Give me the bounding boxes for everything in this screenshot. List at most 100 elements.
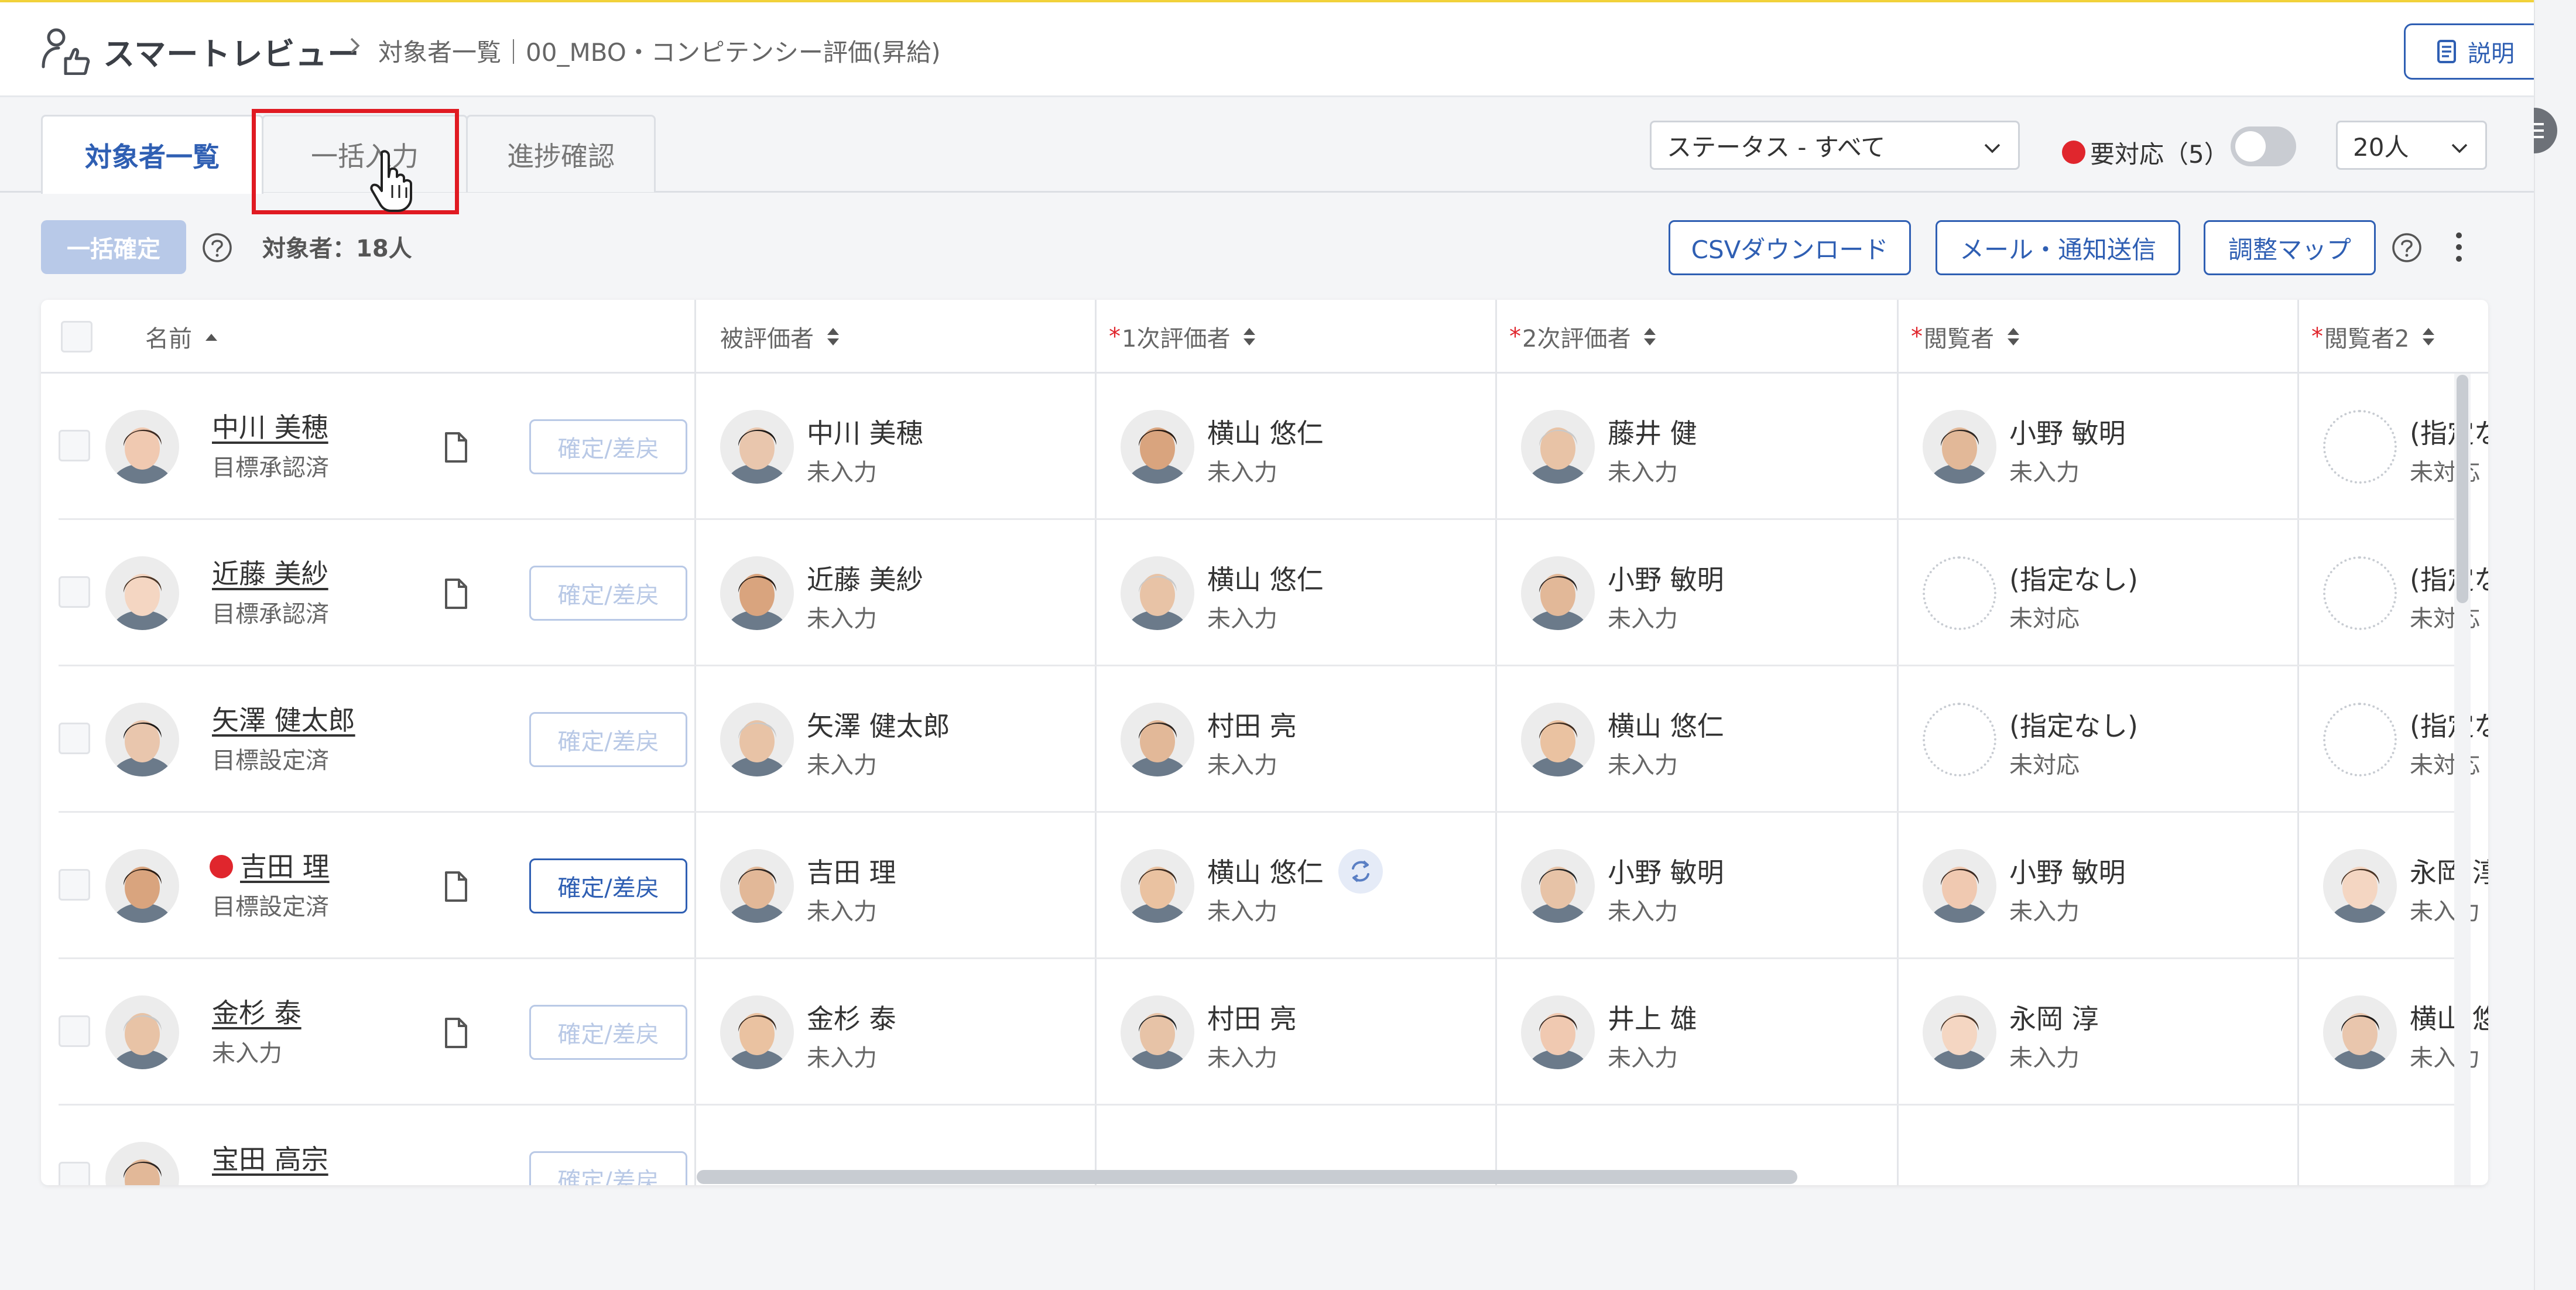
first-status: 未入力 (1207, 605, 1277, 632)
viewer-name: 小野 敏明 (2009, 857, 2126, 888)
document-icon[interactable] (443, 1017, 470, 1049)
table-row: 矢澤 健太郎 目標設定済 確定/差戻 矢澤 健太郎 未入力 村田 亮未入力 横山 悠仁 未入力… (59, 666, 2488, 813)
row-checkbox[interactable] (59, 430, 90, 461)
avatar (1121, 703, 1194, 776)
evaluatee-status: 未入力 (807, 459, 877, 486)
app-title[interactable]: スマートレビュー (103, 28, 359, 74)
alert-dot-icon (210, 855, 233, 878)
confirm-return-button[interactable]: 確定/差戻 (529, 1005, 687, 1060)
viewer-status: 未入力 (2009, 459, 2080, 486)
confirm-return-button[interactable]: 確定/差戻 (529, 419, 687, 474)
tab-bar: 対象者一覧 一括入力 進捗確認 (41, 115, 656, 194)
avatar (105, 995, 179, 1069)
right-side-strip (2534, 0, 2576, 1290)
empty-avatar (1923, 703, 1996, 776)
select-all-checkbox[interactable] (61, 321, 93, 353)
row-checkbox[interactable] (59, 723, 90, 754)
evaluatee-name: 金杉 泰 (807, 1003, 896, 1035)
target-name-link[interactable]: 吉田 理 (210, 846, 330, 884)
col-first-evaluator-header[interactable]: * 1次評価者 (1109, 300, 1258, 374)
target-name: 中川 美穂 (212, 412, 328, 443)
status-filter-value: ステータス - すべて (1667, 132, 1886, 162)
viewer-name: 小野 敏明 (2009, 418, 2126, 449)
evaluatee-name: 中川 美穂 (807, 418, 923, 449)
avatar (720, 410, 794, 484)
viewer-name: 永岡 淳 (2009, 1003, 2099, 1035)
col-name-header[interactable]: 名前 (145, 300, 220, 374)
tab-target-list[interactable]: 対象者一覧 (41, 115, 263, 194)
avatar (1121, 410, 1194, 484)
page-size-value: 20人 (2353, 132, 2409, 162)
target-status: 目標設定済 (212, 894, 329, 921)
empty-avatar (1923, 556, 1996, 630)
csv-download-button[interactable]: CSVダウンロード (1669, 220, 1911, 275)
horizontal-scrollbar[interactable] (697, 1170, 1797, 1184)
confirm-return-button[interactable]: 確定/差戻 (529, 566, 687, 621)
sort-both-icon (827, 328, 839, 345)
target-status: 目標承認済 (212, 454, 329, 481)
vertical-scrollbar[interactable] (2454, 374, 2471, 1185)
needs-action-toggle[interactable] (2231, 126, 2296, 166)
tab-progress[interactable]: 進捗確認 (466, 115, 656, 192)
target-name-link[interactable]: 中川 美穂 (212, 406, 328, 445)
help-button[interactable]: 説明 (2404, 23, 2543, 80)
viewer-name: (指定なし) (2009, 710, 2138, 742)
swap-icon[interactable] (1338, 849, 1383, 894)
second-name: 井上 雄 (1608, 1003, 1697, 1035)
row-checkbox[interactable] (59, 1015, 90, 1047)
sort-both-icon (1644, 328, 1656, 345)
more-options-icon[interactable] (2445, 228, 2473, 266)
second-status: 未入力 (1608, 898, 1678, 925)
help-button-label: 説明 (2468, 40, 2515, 67)
viewer-status: 未対応 (2009, 605, 2080, 632)
viewer2-name: (指定なし) (2410, 710, 2488, 742)
avatar (105, 556, 179, 630)
second-status: 未入力 (1608, 1045, 1678, 1072)
second-status: 未入力 (1608, 605, 1678, 632)
row-checkbox[interactable] (59, 1162, 90, 1185)
question-icon[interactable] (2391, 232, 2423, 264)
status-filter-select[interactable]: ステータス - すべて (1650, 121, 2020, 170)
table-header: 名前 被評価者 * 1次評価者 * 2次評価者 * 閲覧者 * 閲覧者2 (41, 300, 2488, 374)
mail-send-button[interactable]: メール・通知送信 (1936, 220, 2180, 275)
target-name-link[interactable]: 金杉 泰 (212, 992, 302, 1031)
row-checkbox[interactable] (59, 576, 90, 608)
avatar (720, 995, 794, 1069)
adjust-map-button[interactable]: 調整マップ (2204, 220, 2376, 275)
col-viewer2-header[interactable]: * 閲覧者2 (2311, 300, 2437, 374)
target-status: 未入力 (212, 1040, 282, 1067)
scroll-thumb[interactable] (2457, 375, 2468, 603)
tab-bulk-input[interactable]: 一括入力 (262, 115, 468, 192)
empty-avatar (2323, 556, 2397, 630)
document-icon[interactable] (443, 577, 470, 610)
avatar (105, 703, 179, 776)
needs-action-filter: 要対応（5） (2062, 128, 2229, 177)
target-name-link[interactable]: 近藤 美紗 (212, 553, 328, 591)
avatar (1121, 995, 1194, 1069)
col-viewer-header[interactable]: * 閲覧者 (1911, 300, 2022, 374)
chevron-down-icon (1984, 143, 2000, 153)
sort-both-icon (1244, 328, 1256, 345)
avatar (1521, 703, 1595, 776)
row-checkbox[interactable] (59, 869, 90, 901)
col-evaluatee-header[interactable]: 被評価者 (720, 300, 842, 374)
avatar (1521, 995, 1595, 1069)
bulk-confirm-button[interactable]: 一括確定 (41, 220, 186, 274)
avatar (1121, 849, 1194, 923)
confirm-return-button[interactable]: 確定/差戻 (529, 712, 687, 767)
page-size-select[interactable]: 20人 (2336, 121, 2487, 170)
sort-both-icon (2423, 328, 2435, 345)
confirm-return-button[interactable]: 確定/差戻 (529, 858, 687, 913)
target-name-link[interactable]: 矢澤 健太郎 (212, 699, 355, 738)
first-status: 未入力 (1207, 459, 1277, 486)
document-icon[interactable] (443, 870, 470, 903)
page-body: 対象者一覧 一括入力 進捗確認 ステータス - すべて 要対応（5） 20人 一… (0, 97, 2534, 1290)
evaluatee-status: 未入力 (807, 752, 877, 779)
col-second-evaluator-header[interactable]: * 2次評価者 (1509, 300, 1659, 374)
avatar (1923, 849, 1996, 923)
question-icon[interactable] (201, 232, 233, 264)
viewer-status: 未入力 (2009, 1045, 2080, 1072)
confirm-return-button[interactable]: 確定/差戻 (529, 1151, 687, 1185)
target-name-link[interactable]: 宝田 高宗 (212, 1138, 328, 1177)
document-icon[interactable] (443, 431, 470, 464)
